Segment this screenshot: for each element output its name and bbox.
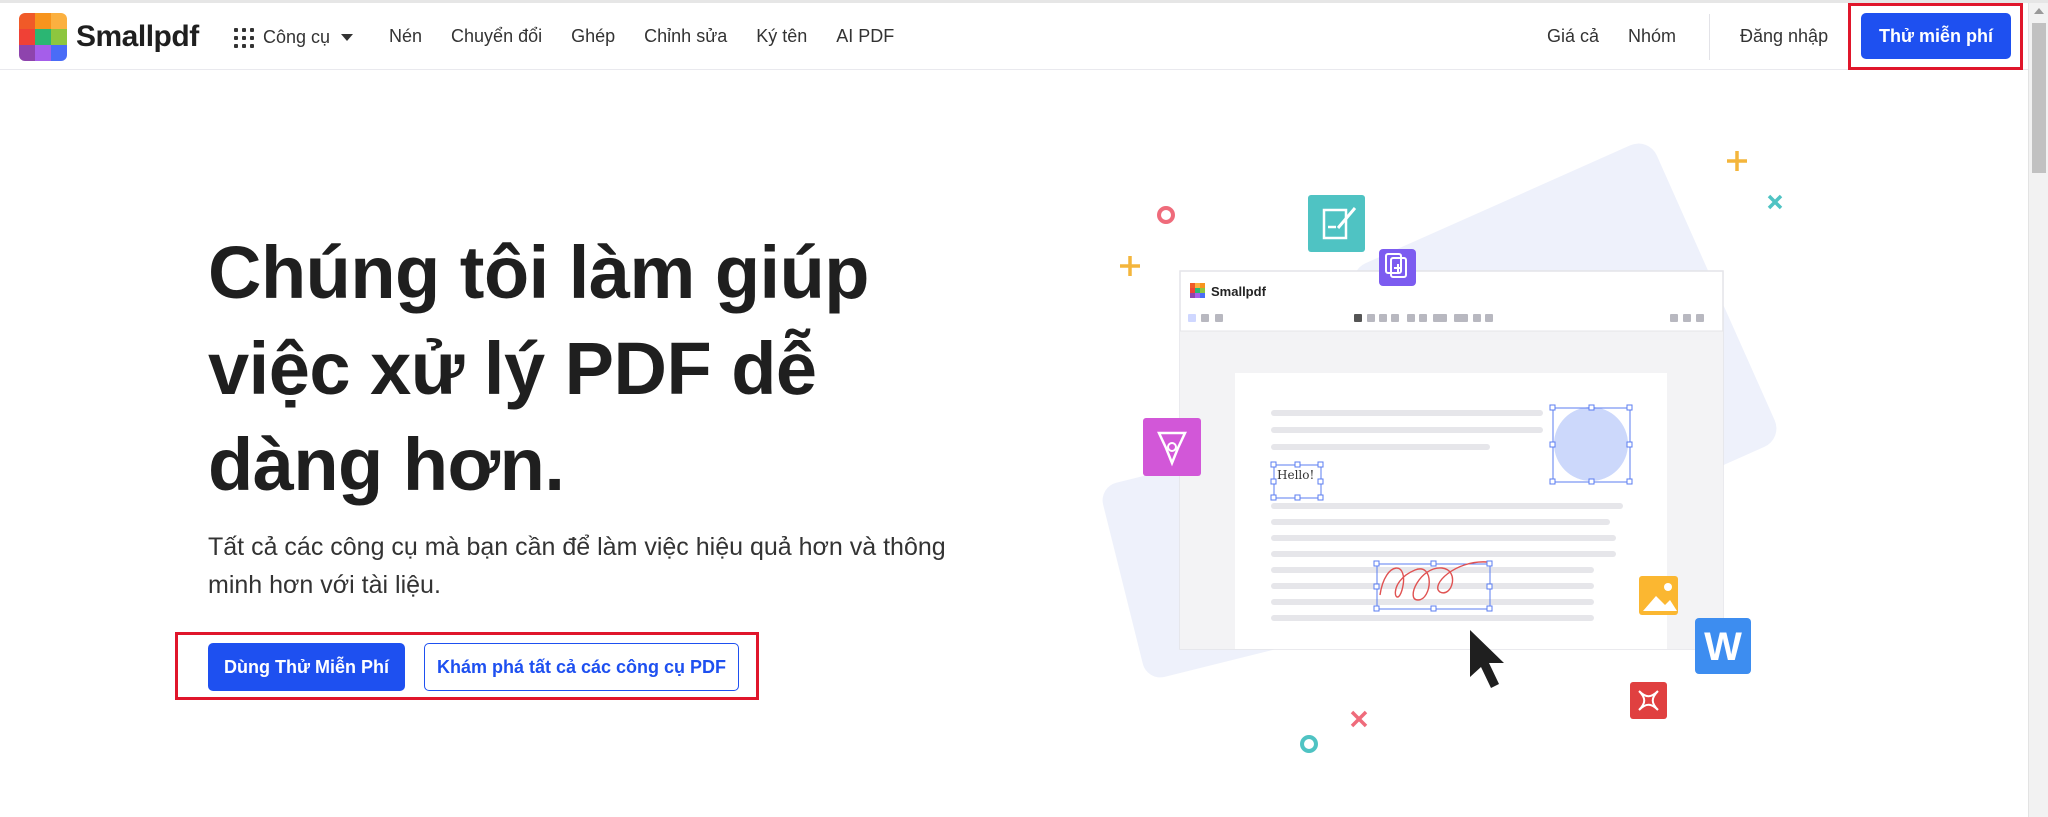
tools-menu-button[interactable]: Công cụ: [234, 27, 354, 48]
login-link[interactable]: Đăng nhập: [1740, 26, 1828, 47]
editor-logo: [1190, 283, 1205, 298]
hero-title: Chúng tôi làm giúp việc xử lý PDF dễ dàn…: [208, 231, 870, 506]
explore-tools-button[interactable]: Khám phá tất cả các công cụ PDF: [424, 643, 739, 691]
word-icon: W: [1695, 618, 1751, 674]
try-free-cta-button[interactable]: Dùng Thử Miễn Phí: [208, 643, 405, 691]
nav-sign[interactable]: Ký tên: [756, 26, 807, 47]
editor-brand: Smallpdf: [1211, 284, 1267, 299]
ring-red-decoration: [1157, 206, 1175, 224]
tools-menu-label: Công cụ: [263, 27, 331, 47]
hero-subtitle: Tất cả các công cụ mà bạn cần để làm việ…: [208, 533, 946, 599]
nav-edit[interactable]: Chỉnh sửa: [644, 26, 727, 47]
caret-down-icon: [341, 34, 354, 41]
brand-name[interactable]: Smallpdf: [76, 20, 199, 54]
nav-convert[interactable]: Chuyển đổi: [451, 26, 542, 47]
grid-icon: [234, 27, 254, 48]
page: Smallpdf Công cụ Nén Chuyển đổi Ghép Chỉ…: [0, 0, 2048, 817]
plus-yellow-top-decoration: [1727, 151, 1747, 171]
word-letter: W: [1704, 625, 1742, 669]
smallpdf-logo[interactable]: [19, 13, 67, 61]
scrollbar-thumb[interactable]: [2032, 23, 2046, 173]
nav-ai-pdf[interactable]: AI PDF: [836, 26, 894, 47]
main-nav: Nén Chuyển đổi Ghép Chỉnh sửa Ký tên AI …: [389, 26, 894, 47]
nav-teams[interactable]: Nhóm: [1628, 26, 1676, 47]
copy-icon: [1379, 249, 1416, 286]
pen-nib-icon: [1143, 418, 1201, 476]
ring-teal-decoration: [1300, 735, 1318, 753]
nav-divider: [1709, 14, 1710, 60]
acrobat-icon: [1630, 682, 1667, 719]
x-teal-decoration: [1767, 194, 1783, 210]
nav-pricing[interactable]: Giá cả: [1547, 26, 1599, 47]
x-red-decoration: [1350, 710, 1368, 728]
nav-compress[interactable]: Nén: [389, 26, 422, 47]
site-header: Smallpdf Công cụ Nén Chuyển đổi Ghép Chỉ…: [0, 3, 2028, 70]
edit-doc-icon: [1308, 195, 1365, 252]
hero-illustration: Smallpdf Hello! W: [1102, 143, 1783, 753]
scroll-up-arrow-icon[interactable]: [2034, 8, 2044, 14]
hello-text: Hello!: [1277, 468, 1314, 482]
image-icon: [1639, 576, 1678, 615]
secondary-nav: Giá cả Nhóm: [1547, 26, 1676, 47]
plus-yellow-decoration: [1120, 256, 1140, 276]
try-free-highlight-box: [1848, 3, 2023, 70]
page-scrollbar[interactable]: [2028, 3, 2048, 817]
nav-merge[interactable]: Ghép: [571, 26, 615, 47]
